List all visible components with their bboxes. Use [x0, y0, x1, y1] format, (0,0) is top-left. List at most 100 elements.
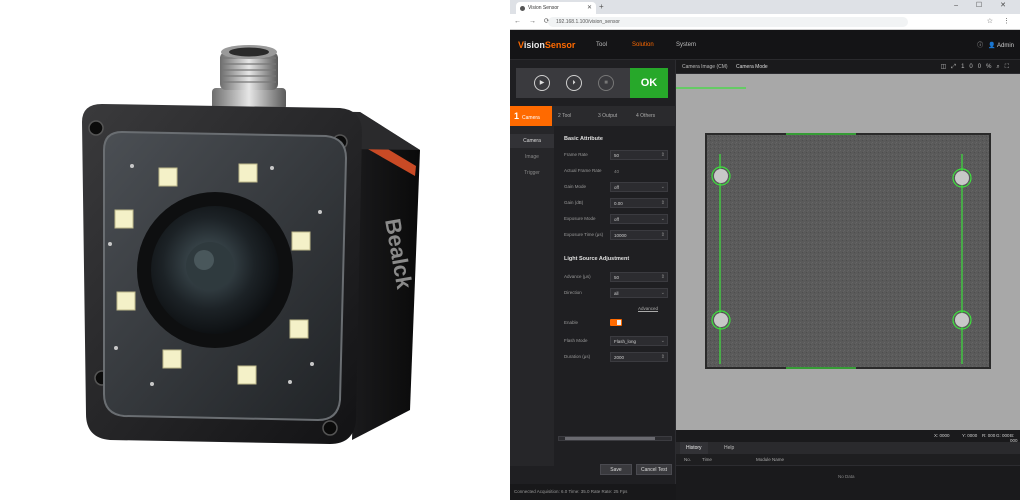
app-header: VisionSensor Tool Solution System ⓘ 👤 Ad…: [510, 30, 1020, 60]
camera-mode-tab[interactable]: Camera Mode: [736, 64, 768, 70]
subnav-image[interactable]: Image: [510, 150, 554, 164]
basic-row: Exposure Mode off ⌄: [564, 214, 668, 225]
spinner-icon[interactable]: ⇕: [661, 232, 665, 238]
history-table-header: No. Time Module Name: [676, 454, 1020, 466]
col-no: No.: [684, 457, 692, 462]
readout-r: R: 000: [982, 433, 996, 438]
subnav-camera[interactable]: Camera: [510, 134, 554, 148]
header-user[interactable]: ⓘ 👤 Admin: [977, 40, 1014, 49]
vision-sensor-screenshot: Vision Sensor ✕ + – ☐ ✕ ← → ⟳ 192.168.1.…: [510, 0, 1020, 500]
image-area: Camera Image (CM) Camera Mode ◫⤢100%⌕⛶ X…: [676, 60, 1020, 500]
run-continuous-button[interactable]: ⏵: [566, 75, 582, 91]
subnav-trigger[interactable]: Trigger: [510, 166, 554, 180]
fullscreen-icon[interactable]: ⛶: [1005, 64, 1014, 70]
light-label: Direction: [564, 290, 582, 295]
basic-value-input[interactable]: 10000 ⇕: [610, 230, 668, 240]
dropdown-caret-icon[interactable]: ⌄: [661, 216, 665, 222]
light-value-input[interactable]: 50 ⇕: [610, 272, 668, 282]
viewer-tools: ◫⤢100%⌕⛶: [941, 63, 1014, 71]
basic-label: Frame Rate: [564, 152, 588, 157]
dropdown-caret-icon[interactable]: ⌄: [661, 184, 665, 190]
enable-label: Enable: [564, 320, 579, 325]
user-icon: 👤: [988, 43, 996, 49]
step-output[interactable]: 3 Output: [598, 106, 617, 126]
enable-row: Enable: [564, 318, 668, 329]
step-tabs: 1 Camera 2 Tool 3 Output 4 Others: [510, 106, 676, 126]
basic-label: Gain (dB): [564, 200, 584, 205]
tab-help[interactable]: Help: [718, 442, 740, 454]
image-source-select[interactable]: Camera Image (CM): [682, 64, 728, 70]
composite-image: Bealck Vision Sensor ✕ + – ☐ ✕ ← → ⟳ 192…: [0, 0, 1020, 500]
horizontal-scrollbar[interactable]: [558, 436, 672, 441]
light2-value-input[interactable]: 2000 ⇕: [610, 352, 668, 362]
close-tab-icon[interactable]: ✕: [587, 4, 592, 11]
spinner-icon[interactable]: ⇕: [661, 274, 665, 280]
url-bar[interactable]: 192.168.1.100/vision_sensor: [548, 17, 908, 27]
spinner-icon[interactable]: ⇕: [661, 200, 665, 206]
dropdown-caret-icon[interactable]: ⌄: [661, 338, 665, 344]
status-bar: Connected Acquisition: 6.0 Time: 35.0 Ra…: [510, 484, 676, 500]
browser-tab[interactable]: Vision Sensor ✕: [516, 2, 596, 14]
enable-toggle[interactable]: [610, 319, 622, 326]
light2-row: Duration (μs) 2000 ⇕: [564, 352, 668, 363]
light-row: Direction all ⌄: [564, 288, 668, 299]
step-tool[interactable]: 2 Tool: [558, 106, 571, 126]
no-data-text: No Data: [838, 474, 855, 479]
fit-icon[interactable]: ⤢: [951, 64, 961, 70]
basic-value-input[interactable]: 0.00 ⇕: [610, 198, 668, 208]
advanced-link[interactable]: Advanced: [638, 306, 658, 311]
run-once-button[interactable]: ▶: [534, 75, 550, 91]
history-tabs: History Help: [676, 442, 1020, 454]
step-others[interactable]: 4 Others: [636, 106, 655, 126]
readout-y: Y: 0000: [962, 433, 978, 438]
window-controls[interactable]: – ☐ ✕: [954, 1, 1014, 9]
tab-history[interactable]: History: [680, 442, 708, 454]
basic-row: Frame Rate 50 ⇕: [564, 150, 668, 161]
menu-tool[interactable]: Tool: [596, 42, 607, 48]
spinner-icon[interactable]: ⇕: [661, 354, 665, 360]
basic-row: Actual Frame Rate 40: [564, 166, 668, 177]
basic-label: Exposure Time (μs): [564, 232, 604, 237]
light-label: Advance (μs): [564, 274, 591, 279]
spinner-icon[interactable]: ⇕: [661, 152, 665, 158]
nav-arrows-icon[interactable]: ← → ⟳: [514, 17, 553, 25]
light2-row: Flash Mode Flash_long ⌄: [564, 336, 668, 347]
sub-navigation: Camera Image Trigger: [510, 126, 554, 466]
basic-label: Exposure Mode: [564, 216, 596, 221]
camera-frame: [676, 74, 1020, 430]
info-icon[interactable]: ⓘ: [977, 43, 983, 49]
stop-button[interactable]: ■: [598, 75, 614, 91]
col-time: Time: [702, 457, 712, 462]
light-value-select[interactable]: all ⌄: [610, 288, 668, 298]
pixel-readout-bar: X: 0000 Y: 0000 R: 000 G: 000 B: 000: [676, 430, 1020, 443]
browser-tab-strip: Vision Sensor ✕ + – ☐ ✕: [510, 0, 1020, 14]
zoom-icon[interactable]: ⌕: [996, 64, 1004, 70]
basic-row: Gain (dB) 0.00 ⇕: [564, 198, 668, 209]
readout-g: G: 000: [996, 433, 1010, 438]
extensions-icon[interactable]: ☆ ⋮: [987, 17, 1014, 25]
cancel-test-button[interactable]: Cancel Test: [636, 464, 672, 475]
basic-value-readout: 40: [614, 169, 620, 174]
menu-system[interactable]: System: [676, 42, 696, 48]
step-camera[interactable]: 1 Camera: [510, 106, 552, 126]
basic-value-select[interactable]: off ⌄: [610, 182, 668, 192]
light2-label: Duration (μs): [564, 354, 591, 359]
new-tab-icon[interactable]: +: [599, 2, 604, 11]
camera-icon[interactable]: ◫: [941, 64, 952, 70]
basic-value-input[interactable]: 50 ⇕: [610, 150, 668, 160]
camera-image-viewer[interactable]: [676, 74, 1020, 430]
light-row: Advance (μs) 50 ⇕: [564, 272, 668, 283]
save-button[interactable]: Save: [600, 464, 632, 475]
history-table-body: No Data: [676, 466, 1020, 500]
dropdown-caret-icon[interactable]: ⌄: [661, 290, 665, 296]
browser-tab-title: Vision Sensor: [528, 5, 559, 11]
browser-address-row: ← → ⟳ 192.168.1.100/vision_sensor ☆ ⋮: [510, 14, 1020, 30]
basic-row: Exposure Time (μs) 10000 ⇕: [564, 230, 668, 241]
left-control-panel: ▶ ⏵ ■ OK 1 Camera 2 Tool 3 Output 4 Other…: [510, 60, 676, 500]
light2-label: Flash Mode: [564, 338, 588, 343]
basic-value-select[interactable]: off ⌄: [610, 214, 668, 224]
light2-value-select[interactable]: Flash_long ⌄: [610, 336, 668, 346]
basic-label: Gain Mode: [564, 184, 587, 189]
zoom-level[interactable]: 100%: [961, 64, 996, 70]
menu-solution[interactable]: Solution: [632, 42, 654, 48]
